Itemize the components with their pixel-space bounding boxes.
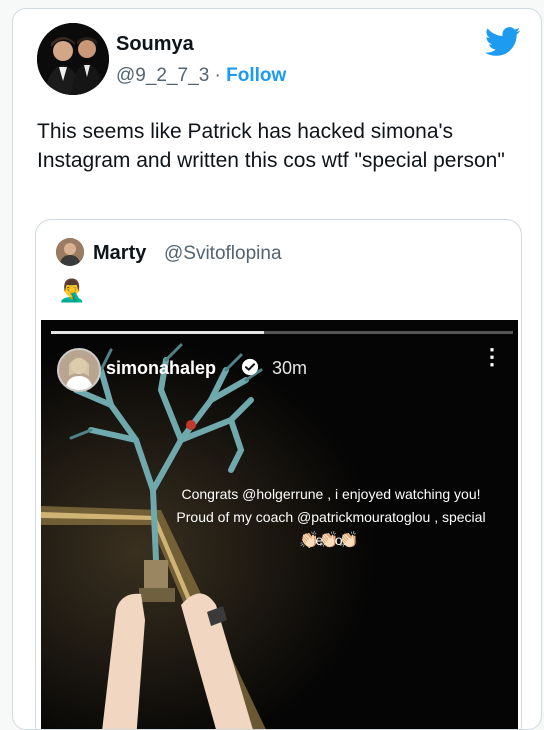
story-user-avatar[interactable] — [57, 348, 101, 392]
more-options-icon[interactable]: ⋮ — [481, 346, 503, 368]
story-timestamp: 30m — [272, 358, 308, 378]
story-progress-fill — [51, 331, 264, 334]
clapping-hands-emoji: 👏🏻👏🏻👏🏻 — [299, 532, 359, 549]
author-handle-row: @9_2_7_3 · Follow — [116, 65, 286, 87]
facepalm-emoji: 🤦‍♂️ — [58, 278, 86, 303]
tweet-card[interactable]: Soumya @9_2_7_3 · Follow This seems like… — [12, 8, 542, 730]
quoted-tweet[interactable]: Marty @Svitoflopina 🤦‍♂️ — [35, 219, 522, 729]
handle-separator: · — [209, 65, 227, 86]
quoted-author-handle[interactable]: @Svitoflopina — [164, 243, 282, 265]
twitter-bird-icon[interactable] — [485, 27, 521, 57]
follow-button[interactable]: Follow — [226, 65, 286, 86]
tweet-text: This seems like Patrick has hacked simon… — [37, 120, 505, 172]
story-username[interactable]: simonahalep — [106, 358, 216, 379]
verified-badge-icon — [241, 358, 259, 376]
instagram-story-image[interactable]: simonahalep 30m ⋮ Congrats @holgerrune ,… — [41, 320, 518, 729]
story-progress-bar — [51, 331, 513, 334]
author-name[interactable]: Soumya — [116, 33, 194, 56]
author-handle[interactable]: @9_2_7_3 — [116, 65, 209, 86]
author-avatar[interactable] — [37, 23, 109, 95]
story-caption-line-1: Congrats @holgerrune , i enjoyed watchin… — [181, 486, 481, 502]
quoted-author-name[interactable]: Marty — [93, 242, 146, 265]
quoted-author-avatar[interactable] — [56, 238, 84, 266]
